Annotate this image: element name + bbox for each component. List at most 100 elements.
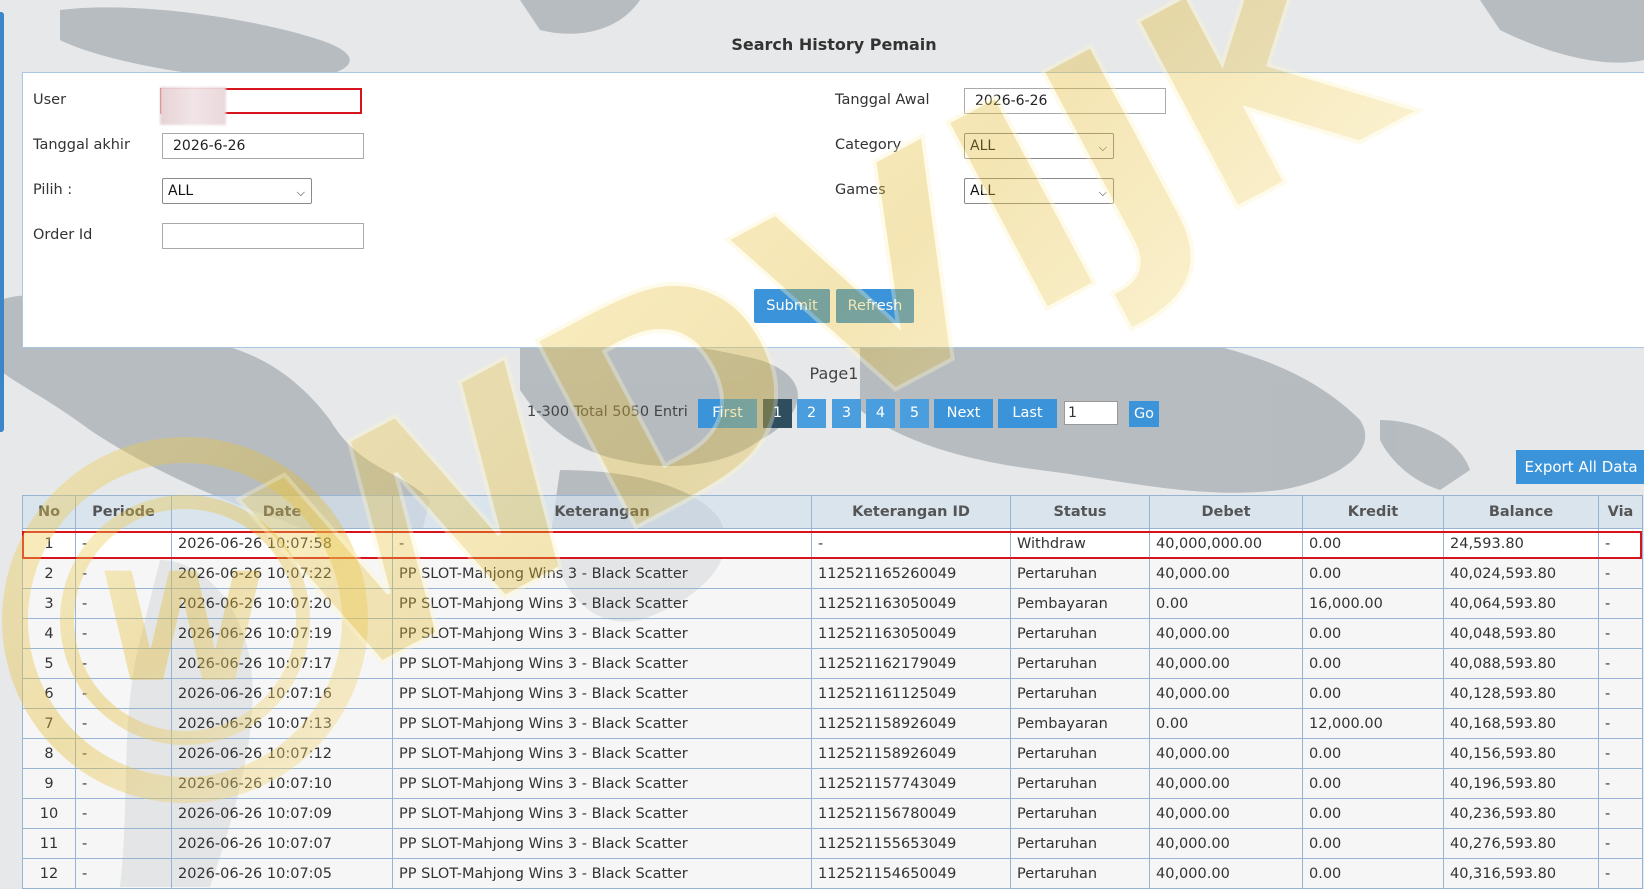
cell-keterangan-id-link[interactable]: 112521154650049: [811, 858, 1011, 889]
cell-debet: 0.00: [1149, 588, 1303, 619]
table-row: 8 - 2026-06-26 10:07:12 PP SLOT-Mahjong …: [22, 738, 1643, 769]
cell-periode: -: [75, 558, 172, 589]
cell-kredit: 0.00: [1302, 768, 1444, 799]
cell-keterangan-id-link[interactable]: 112521157743049: [811, 768, 1011, 799]
cell-keterangan: PP SLOT-Mahjong Wins 3 - Black Scatter: [392, 708, 812, 739]
cell-status: Pertaruhan: [1010, 558, 1150, 589]
cell-via: -: [1598, 798, 1643, 829]
cell-via: -: [1598, 828, 1643, 859]
go-button[interactable]: Go: [1129, 401, 1159, 427]
cell-keterangan-id-link[interactable]: 112521158926049: [811, 738, 1011, 769]
page-button-3[interactable]: 3: [832, 399, 861, 428]
col-header-balance[interactable]: Balance: [1443, 495, 1599, 529]
cell-keterangan: PP SLOT-Mahjong Wins 3 - Black Scatter: [392, 798, 812, 829]
tanggal-awal-input[interactable]: 2026-6-26: [964, 88, 1166, 114]
cell-status: Pertaruhan: [1010, 648, 1150, 679]
category-select-value: ALL: [970, 138, 996, 154]
pilih-select[interactable]: ALL ⌵: [162, 178, 312, 204]
cell-debet: 40,000,000.00: [1149, 528, 1303, 559]
page-button-1[interactable]: 1: [763, 399, 792, 428]
pilih-label: Pilih :: [33, 182, 73, 198]
cell-status: Pembayaran: [1010, 588, 1150, 619]
cell-kredit: 12,000.00: [1302, 708, 1444, 739]
cell-debet: 40,000.00: [1149, 558, 1303, 589]
cell-kredit: 0.00: [1302, 678, 1444, 709]
cell-periode: -: [75, 768, 172, 799]
cell-keterangan: PP SLOT-Mahjong Wins 3 - Black Scatter: [392, 858, 812, 889]
col-header-status[interactable]: Status: [1010, 495, 1150, 529]
col-header-via[interactable]: Via: [1598, 495, 1643, 529]
submit-button[interactable]: Submit: [754, 289, 830, 323]
page-indicator: Page1: [809, 364, 859, 383]
cell-balance: 40,196,593.80: [1443, 768, 1599, 799]
refresh-button[interactable]: Refresh: [836, 289, 914, 323]
cell-status: Pertaruhan: [1010, 798, 1150, 829]
col-header-keterangan[interactable]: Keterangan: [392, 495, 812, 529]
cell-status: Pertaruhan: [1010, 738, 1150, 769]
games-select[interactable]: ALL ⌵: [964, 178, 1114, 204]
cell-periode: -: [75, 648, 172, 679]
tanggal-akhir-input[interactable]: 2026-6-26: [162, 133, 364, 159]
table-row: 12 - 2026-06-26 10:07:05 PP SLOT-Mahjong…: [22, 858, 1643, 889]
cell-keterangan-id-link[interactable]: 112521163050049: [811, 588, 1011, 619]
goto-page-input[interactable]: 1: [1064, 401, 1118, 425]
page-button-2[interactable]: 2: [797, 399, 826, 428]
cell-periode: -: [75, 618, 172, 649]
table-row: 11 - 2026-06-26 10:07:07 PP SLOT-Mahjong…: [22, 828, 1643, 859]
cell-periode: -: [75, 708, 172, 739]
cell-balance: 40,048,593.80: [1443, 618, 1599, 649]
cell-keterangan-id-link[interactable]: 112521165260049: [811, 558, 1011, 589]
col-header-kredit[interactable]: Kredit: [1302, 495, 1444, 529]
cell-kredit: 0.00: [1302, 618, 1444, 649]
cell-kredit: 0.00: [1302, 828, 1444, 859]
table-row: 1 - 2026-06-26 10:07:58 - - Withdraw 40,…: [22, 528, 1643, 559]
games-label: Games: [835, 182, 886, 198]
total-entries: 1-300 Total 5050 Entri: [527, 404, 688, 420]
cell-via: -: [1598, 678, 1643, 709]
cell-date: 2026-06-26 10:07:17: [171, 648, 393, 679]
cell-via: -: [1598, 528, 1643, 559]
cell-keterangan-id-link[interactable]: 112521161125049: [811, 678, 1011, 709]
cell-debet: 40,000.00: [1149, 768, 1303, 799]
category-select[interactable]: ALL ⌵: [964, 133, 1114, 159]
cell-date: 2026-06-26 10:07:12: [171, 738, 393, 769]
cell-debet: 0.00: [1149, 708, 1303, 739]
order-id-input[interactable]: [162, 223, 364, 249]
cell-kredit: 0.00: [1302, 738, 1444, 769]
cell-keterangan-id-link[interactable]: 112521158926049: [811, 708, 1011, 739]
page-button-5[interactable]: 5: [900, 399, 929, 428]
cell-kredit: 0.00: [1302, 648, 1444, 679]
cell-periode: -: [75, 678, 172, 709]
col-header-keterangan-id[interactable]: Keterangan ID: [811, 495, 1011, 529]
cell-keterangan-id-link[interactable]: 112521163050049: [811, 618, 1011, 649]
first-page-button[interactable]: First: [698, 399, 757, 428]
cell-status: Pertaruhan: [1010, 618, 1150, 649]
cell-keterangan-id-link[interactable]: 112521162179049: [811, 648, 1011, 679]
last-page-button[interactable]: Last: [998, 399, 1057, 428]
col-header-no[interactable]: No: [22, 495, 76, 529]
cell-keterangan-id-link[interactable]: 112521156780049: [811, 798, 1011, 829]
col-header-debet[interactable]: Debet: [1149, 495, 1303, 529]
col-header-date[interactable]: Date: [171, 495, 393, 529]
cell-status: Withdraw: [1010, 528, 1150, 559]
cell-status: Pertaruhan: [1010, 678, 1150, 709]
cell-no: 11: [22, 828, 76, 859]
chevron-down-icon: ⌵: [1098, 141, 1107, 154]
col-header-periode[interactable]: Periode: [75, 495, 172, 529]
user-input[interactable]: [160, 87, 362, 125]
page-button-4[interactable]: 4: [866, 399, 895, 428]
next-page-button[interactable]: Next: [934, 399, 993, 428]
cell-no: 6: [22, 678, 76, 709]
cell-periode: -: [75, 528, 172, 559]
cell-no: 2: [22, 558, 76, 589]
cell-keterangan-id-link[interactable]: 112521155653049: [811, 828, 1011, 859]
cell-keterangan: PP SLOT-Mahjong Wins 3 - Black Scatter: [392, 618, 812, 649]
table-row: 6 - 2026-06-26 10:07:16 PP SLOT-Mahjong …: [22, 678, 1643, 709]
export-all-data-button[interactable]: Export All Data: [1516, 450, 1644, 484]
pilih-select-value: ALL: [168, 183, 194, 199]
cell-no: 12: [22, 858, 76, 889]
cell-periode: -: [75, 798, 172, 829]
table-row: 9 - 2026-06-26 10:07:10 PP SLOT-Mahjong …: [22, 768, 1643, 799]
cell-no: 3: [22, 588, 76, 619]
cell-balance: 40,128,593.80: [1443, 678, 1599, 709]
